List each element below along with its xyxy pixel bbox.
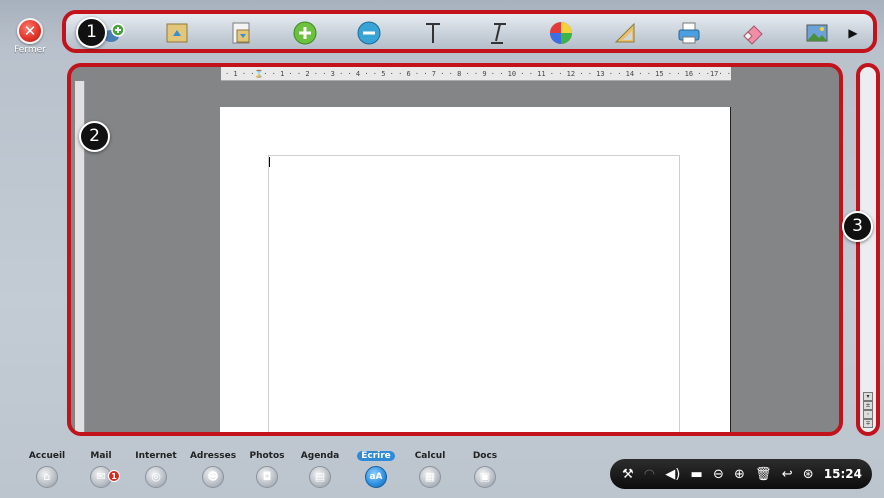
open-button[interactable] <box>162 19 192 47</box>
mail-unread-badge: 1 <box>108 470 120 482</box>
text-cursor <box>269 157 270 167</box>
minus-circle-icon[interactable]: ⊖ <box>713 467 724 482</box>
scroll-up-button[interactable]: ▾ <box>863 392 873 401</box>
battery-icon: ▬ <box>690 466 703 482</box>
system-tray: ⚒ ◠ ◀) ▬ ⊖ ⊕ 🗑 ↩ ⊛ 15:24 <box>610 459 872 489</box>
eraser-button[interactable] <box>738 19 768 47</box>
dock-item-calcul[interactable]: Calcul ▦ <box>405 450 455 488</box>
ruler-triangle-icon <box>614 22 635 43</box>
home-icon: ⌂ <box>36 466 58 488</box>
close-icon: ✕ <box>17 18 43 44</box>
dock-label: Adresses <box>189 451 237 461</box>
color-button[interactable] <box>546 19 576 47</box>
vertical-scrollbar[interactable]: ▾ ± ◦ ∓ <box>856 63 880 436</box>
horizontal-ruler[interactable]: · 1 · ·⌛· · 1 · · 2 · · 3 · · 4 · · 5 · … <box>221 67 731 81</box>
scroll-center-button[interactable]: ◦ <box>863 410 873 419</box>
dock-label: Ecrire <box>357 451 395 461</box>
volume-icon[interactable]: ◀) <box>665 467 680 482</box>
zoom-out-icon <box>357 21 381 45</box>
scroll-buttons: ▾ ± ◦ ∓ <box>863 392 873 428</box>
dock-label: Photos <box>249 451 285 461</box>
undo-icon[interactable]: ↩ <box>782 467 793 482</box>
dock-label: Agenda <box>300 451 340 461</box>
calculator-icon: ▦ <box>419 466 441 488</box>
globe-icon: ◎ <box>145 466 167 488</box>
text-area[interactable] <box>268 155 680 432</box>
callout-badge-toolbar: 1 <box>76 17 107 48</box>
write-icon: aA <box>365 466 387 488</box>
callout-badge-scrollbar: 3 <box>842 211 873 242</box>
zoom-in-icon <box>293 21 317 45</box>
eraser-icon <box>743 25 763 45</box>
dock-item-accueil[interactable]: Accueil ⌂ <box>22 450 72 488</box>
font-button[interactable] <box>418 19 448 47</box>
dock-item-internet[interactable]: Internet ◎ <box>131 450 181 488</box>
plus-circle-icon[interactable]: ⊕ <box>734 467 745 482</box>
dock-label: Internet <box>135 451 177 461</box>
dock-label: Docs <box>472 451 498 461</box>
clock: 15:24 <box>823 467 862 481</box>
camera-icon: ◘ <box>256 466 278 488</box>
calendar-icon: ▤ <box>309 466 331 488</box>
insert-image-icon <box>806 24 828 42</box>
close-label: Fermer <box>14 45 46 55</box>
settings-tools-icon[interactable]: ⚒ <box>622 467 634 482</box>
text-italic-icon <box>491 23 506 44</box>
trash-icon[interactable]: 🗑 <box>755 467 772 482</box>
scroll-page-up-button[interactable]: ± <box>863 401 873 410</box>
dock-item-mail[interactable]: Mail ✉ 1 <box>76 450 126 488</box>
callout-badge-document: 2 <box>79 121 110 152</box>
document-page[interactable] <box>220 107 730 432</box>
dock-label: Calcul <box>414 451 446 461</box>
zoom-in-button[interactable] <box>290 19 320 47</box>
save-document-icon <box>232 22 250 44</box>
print-button[interactable] <box>674 19 704 47</box>
geometry-button[interactable] <box>610 19 640 47</box>
color-palette-icon <box>550 22 572 44</box>
dock-label: Mail <box>90 451 112 461</box>
dock-item-adresses[interactable]: Adresses ☻ <box>188 450 238 488</box>
document-frame: · 1 · ·⌛· · 1 · · 2 · · 3 · · 4 · · 5 · … <box>67 63 843 436</box>
documents-icon: ▣ <box>474 466 496 488</box>
dock-label: Accueil <box>28 451 66 461</box>
text-font-icon <box>426 23 440 43</box>
dock-item-agenda[interactable]: Agenda ▤ <box>295 450 345 488</box>
insert-image-button[interactable] <box>802 19 832 47</box>
dock-item-photos[interactable]: Photos ◘ <box>242 450 292 488</box>
contacts-icon: ☻ <box>202 466 224 488</box>
scroll-page-down-button[interactable]: ∓ <box>863 419 873 428</box>
dock-item-ecrire[interactable]: Ecrire aA <box>351 450 401 488</box>
zoom-out-button[interactable] <box>354 19 384 47</box>
italic-button[interactable] <box>482 19 512 47</box>
wifi-icon[interactable]: ◠ <box>644 467 655 482</box>
dock-item-docs[interactable]: Docs ▣ <box>460 450 510 488</box>
printer-icon <box>678 22 700 44</box>
open-folder-icon <box>166 23 188 43</box>
help-lifebuoy-icon[interactable]: ⊛ <box>803 467 814 482</box>
toolbar-more-button[interactable]: ▶ <box>844 19 862 47</box>
toolbar: ▶ <box>62 10 877 53</box>
save-button[interactable] <box>226 19 256 47</box>
close-button[interactable]: ✕ Fermer <box>10 18 50 64</box>
app-dock: Accueil ⌂ Mail ✉ 1 Internet ◎ Adresses ☻… <box>0 444 600 498</box>
